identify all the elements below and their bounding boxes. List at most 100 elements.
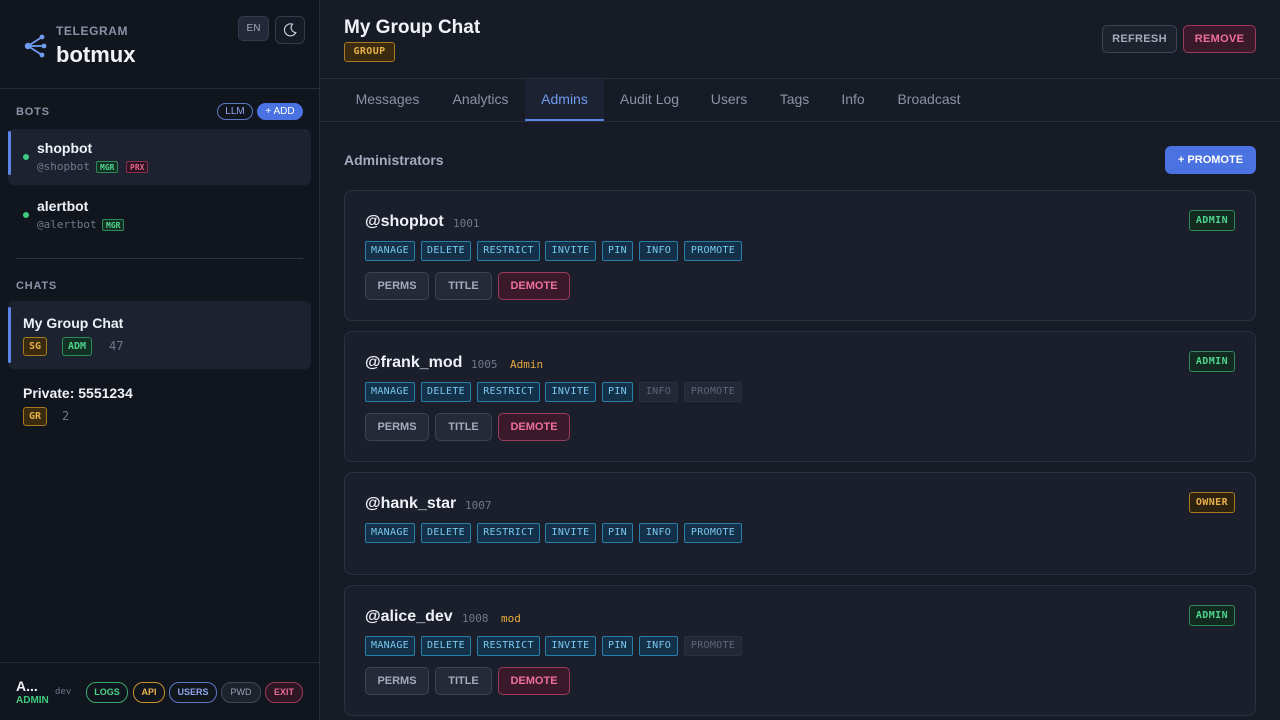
password-button[interactable]: PWD	[221, 682, 261, 703]
hub-icon	[24, 34, 47, 58]
perms-button[interactable]: PERMS	[365, 413, 429, 441]
tab-audit-log[interactable]: Audit Log	[610, 79, 689, 121]
chat-item-my-group-chat[interactable]: My Group Chat SG ADM 47	[8, 301, 311, 369]
tab-broadcast[interactable]: Broadcast	[890, 79, 968, 121]
brand-subtitle: TELEGRAM	[56, 24, 129, 38]
permission-promote: PROMOTE	[684, 523, 742, 543]
admin-card: @hank_star 1007 OWNER MANAGE DELETE REST…	[344, 472, 1256, 575]
theme-toggle-button[interactable]	[275, 16, 305, 44]
permission-delete: DELETE	[421, 241, 471, 261]
role-badge: ADMIN	[1188, 605, 1235, 626]
permission-restrict: RESTRICT	[477, 241, 540, 261]
chat-name: My Group Chat	[23, 315, 124, 331]
admin-username: @frank_mod	[365, 354, 463, 371]
permission-restrict: RESTRICT	[477, 382, 540, 402]
brand-header: TELEGRAM botmux EN	[0, 0, 319, 89]
llm-button[interactable]: LLM	[217, 103, 253, 120]
admin-card: @alice_dev 1008 mod ADMIN MANAGE DELETE …	[344, 585, 1256, 716]
permission-pin: PIN	[602, 241, 633, 261]
permission-delete: DELETE	[421, 636, 471, 656]
promote-button[interactable]: + PROMOTE	[1165, 146, 1256, 174]
logs-button[interactable]: LOGS	[86, 682, 128, 703]
demote-button[interactable]: DEMOTE	[498, 272, 570, 300]
tab-analytics[interactable]: Analytics	[439, 79, 522, 121]
sidebar-footer: A... ADMIN dev LOGS API USERS PWD EXIT	[0, 662, 319, 720]
permission-manage: MANAGE	[365, 636, 415, 656]
bot-handle: @shopbot	[37, 160, 90, 173]
chat-name: Private: 5551234	[23, 385, 133, 401]
tab-bar: Messages Analytics Admins Audit Log User…	[320, 79, 1280, 122]
admin-user-id: 1005	[471, 358, 498, 371]
permission-restrict: RESTRICT	[477, 523, 540, 543]
permission-promote: PROMOTE	[684, 241, 742, 261]
brand-title: botmux	[56, 42, 136, 67]
permission-invite: INVITE	[545, 241, 596, 261]
permission-manage: MANAGE	[365, 523, 415, 543]
permission-info: INFO	[639, 636, 678, 656]
users-button[interactable]: USERS	[169, 682, 217, 703]
permission-info: INFO	[639, 382, 678, 402]
bot-name: shopbot	[37, 140, 93, 156]
permission-delete: DELETE	[421, 523, 471, 543]
bot-tag-prx: PRX	[126, 161, 149, 173]
permission-info: INFO	[639, 241, 678, 261]
perms-button[interactable]: PERMS	[365, 272, 429, 300]
role-badge: OWNER	[1188, 492, 1235, 513]
bot-handle: @alertbot	[37, 218, 97, 231]
bot-tag-mgr: MGR	[102, 219, 125, 231]
chat-header: My Group Chat GROUP REFRESH REMOVE	[320, 0, 1280, 79]
permission-pin: PIN	[602, 636, 633, 656]
bots-section-label: BOTS	[16, 106, 50, 118]
tab-users[interactable]: Users	[703, 79, 755, 121]
permission-pin: PIN	[602, 382, 633, 402]
bot-item-shopbot[interactable]: shopbot @shopbot MGR PRX	[8, 129, 311, 185]
administrators-heading: Administrators	[344, 152, 444, 168]
chats-section-label: CHATS	[16, 280, 58, 292]
permission-invite: INVITE	[545, 523, 596, 543]
permission-manage: MANAGE	[365, 241, 415, 261]
refresh-button[interactable]: REFRESH	[1102, 25, 1177, 53]
bot-name: alertbot	[37, 198, 89, 214]
sidebar: TELEGRAM botmux EN BOTS LLM + ADD shopbo…	[0, 0, 320, 720]
perms-button[interactable]: PERMS	[365, 667, 429, 695]
permission-promote: PROMOTE	[684, 636, 742, 656]
chat-type-badge: GROUP	[344, 42, 395, 62]
title-button[interactable]: TITLE	[435, 413, 492, 441]
admin-card: @frank_mod 1005 Admin ADMIN MANAGE DELET…	[344, 331, 1256, 462]
role-badge: ADMIN	[1188, 351, 1235, 372]
api-button[interactable]: API	[133, 682, 165, 703]
admin-card: @shopbot 1001 ADMIN MANAGE DELETE RESTRI…	[344, 190, 1256, 321]
chat-tag-adm: ADM	[62, 337, 93, 356]
tab-admins[interactable]: Admins	[525, 79, 604, 121]
admin-user-id: 1007	[465, 499, 492, 512]
exit-button[interactable]: EXIT	[265, 682, 303, 703]
admin-user-id: 1008	[462, 612, 489, 625]
tab-tags[interactable]: Tags	[771, 79, 818, 121]
sidebar-divider	[16, 258, 303, 259]
language-button[interactable]: EN	[238, 16, 269, 41]
permission-pin: PIN	[602, 523, 633, 543]
admin-custom-title: mod	[501, 612, 521, 625]
user-name: A...	[16, 678, 38, 694]
admin-custom-title: Admin	[510, 358, 544, 371]
add-bot-button[interactable]: + ADD	[257, 103, 303, 120]
bot-tag-mgr: MGR	[96, 161, 119, 173]
chat-member-count: 2	[62, 409, 70, 423]
bot-item-alertbot[interactable]: alertbot @alertbot MGR	[8, 187, 311, 243]
permission-restrict: RESTRICT	[477, 636, 540, 656]
demote-button[interactable]: DEMOTE	[498, 667, 570, 695]
tab-info[interactable]: Info	[832, 79, 874, 121]
remove-button[interactable]: REMOVE	[1183, 25, 1256, 53]
admin-username: @shopbot	[365, 213, 444, 230]
demote-button[interactable]: DEMOTE	[498, 413, 570, 441]
title-button[interactable]: TITLE	[435, 272, 492, 300]
chat-item-private[interactable]: Private: 5551234 GR 2	[8, 371, 311, 439]
permission-invite: INVITE	[545, 636, 596, 656]
chat-tag-sg: SG	[23, 337, 48, 356]
environment-label: dev	[55, 687, 72, 697]
title-button[interactable]: TITLE	[435, 667, 492, 695]
moon-icon	[283, 23, 297, 37]
permission-delete: DELETE	[421, 382, 471, 402]
main-panel: My Group Chat GROUP REFRESH REMOVE Messa…	[320, 0, 1280, 720]
tab-messages[interactable]: Messages	[344, 79, 431, 121]
